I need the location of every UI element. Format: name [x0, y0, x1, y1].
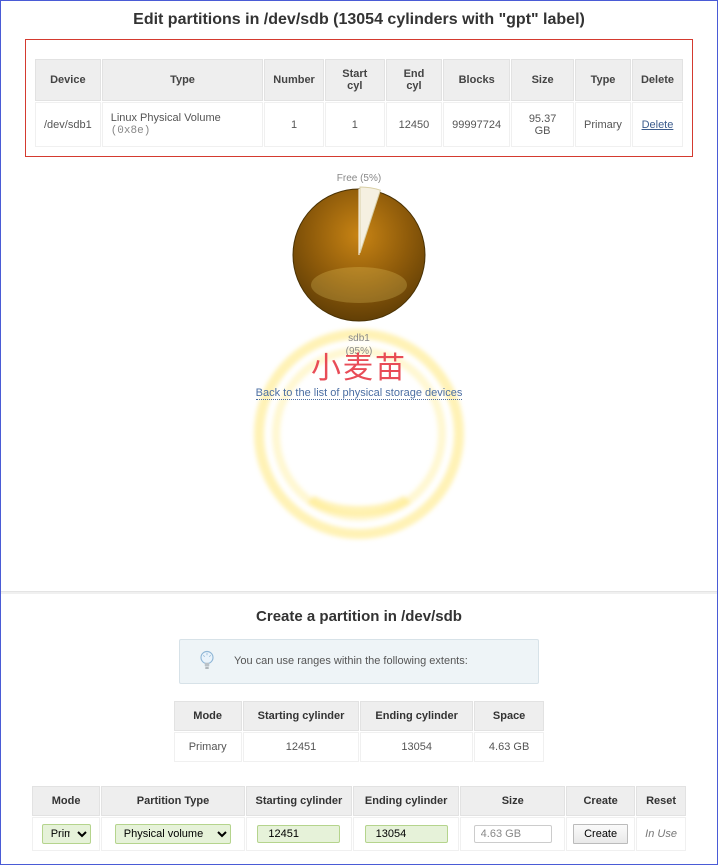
delete-link[interactable]: Delete — [642, 119, 674, 131]
watermark-glow — [294, 446, 424, 516]
ext-col-start: Starting cylinder — [243, 701, 360, 731]
pie-main-label: sdb1 (95%) — [279, 332, 439, 358]
cell-type: Linux Physical Volume (0x8e) — [102, 102, 264, 147]
size-readonly — [474, 825, 552, 843]
hint-box: You can use ranges within the following … — [179, 639, 539, 684]
pie-svg — [289, 185, 429, 325]
ext-start: 12451 — [243, 732, 360, 762]
create-form-table: Mode Partition Type Starting cylinder En… — [31, 785, 687, 852]
end-input[interactable] — [365, 825, 448, 843]
col-size: Size — [511, 59, 574, 101]
col-delete: Delete — [632, 59, 683, 101]
col-type: Type — [102, 59, 264, 101]
hint-text: You can use ranges within the following … — [234, 655, 468, 667]
cell-delete: Delete — [632, 102, 683, 147]
watermark-glow — [272, 347, 446, 521]
create-title: Create a partition in /dev/sdb — [1, 594, 717, 639]
type-hex: (0x8e) — [111, 125, 151, 137]
reset-status: In Use — [645, 828, 677, 840]
ext-end: 13054 — [360, 732, 473, 762]
pie-free-label: Free (5%) — [279, 173, 439, 184]
cell-blocks: 99997724 — [443, 102, 510, 147]
bulb-icon — [198, 650, 216, 673]
pie-main-name: sdb1 — [348, 333, 370, 344]
form-col-ptype: Partition Type — [101, 786, 244, 816]
mode-select[interactable]: Primary — [42, 824, 91, 844]
ext-space: 4.63 GB — [474, 732, 544, 762]
cell-start: 1 — [325, 102, 385, 147]
chart-region: Free (5%) sdb1 — [1, 161, 717, 451]
col-device: Device — [35, 59, 101, 101]
type-label: Linux Physical Volume — [111, 112, 221, 124]
form-col-size: Size — [460, 786, 565, 816]
pie-main-pct: (95%) — [346, 346, 373, 357]
col-ptype: Type — [575, 59, 631, 101]
watermark-glow — [254, 329, 464, 539]
table-row: Primary 12451 13054 4.63 GB — [174, 732, 545, 762]
ext-mode: Primary — [174, 732, 242, 762]
table-row: Primary Physical volume — [32, 817, 686, 851]
page-title: Edit partitions in /dev/sdb (13054 cylin… — [1, 1, 717, 39]
col-end: End cyl — [386, 59, 442, 101]
create-button[interactable]: Create — [573, 824, 628, 844]
form-col-create: Create — [566, 786, 635, 816]
cell-size: 95.37 GB — [511, 102, 574, 147]
pie-chart: Free (5%) sdb1 — [279, 173, 439, 358]
partitions-outline: Device Type Number Start cyl End cyl Blo… — [25, 39, 693, 157]
start-input[interactable] — [257, 825, 340, 843]
form-col-start: Starting cylinder — [246, 786, 352, 816]
cell-number: 1 — [264, 102, 324, 147]
form-col-mode: Mode — [32, 786, 100, 816]
form-col-reset: Reset — [636, 786, 686, 816]
col-blocks: Blocks — [443, 59, 510, 101]
ptype-select[interactable]: Physical volume — [115, 824, 232, 844]
cell-device: /dev/sdb1 — [35, 102, 101, 147]
partitions-table: Device Type Number Start cyl End cyl Blo… — [34, 58, 684, 148]
form-col-end: Ending cylinder — [353, 786, 459, 816]
ext-col-mode: Mode — [174, 701, 242, 731]
ext-col-space: Space — [474, 701, 544, 731]
back-link[interactable]: Back to the list of physical storage dev… — [256, 387, 463, 400]
cell-ptype: Primary — [575, 102, 631, 147]
col-start: Start cyl — [325, 59, 385, 101]
ext-col-end: Ending cylinder — [360, 701, 473, 731]
col-number: Number — [264, 59, 324, 101]
cell-end: 12450 — [386, 102, 442, 147]
table-row: /dev/sdb1 Linux Physical Volume (0x8e) 1… — [35, 102, 683, 147]
